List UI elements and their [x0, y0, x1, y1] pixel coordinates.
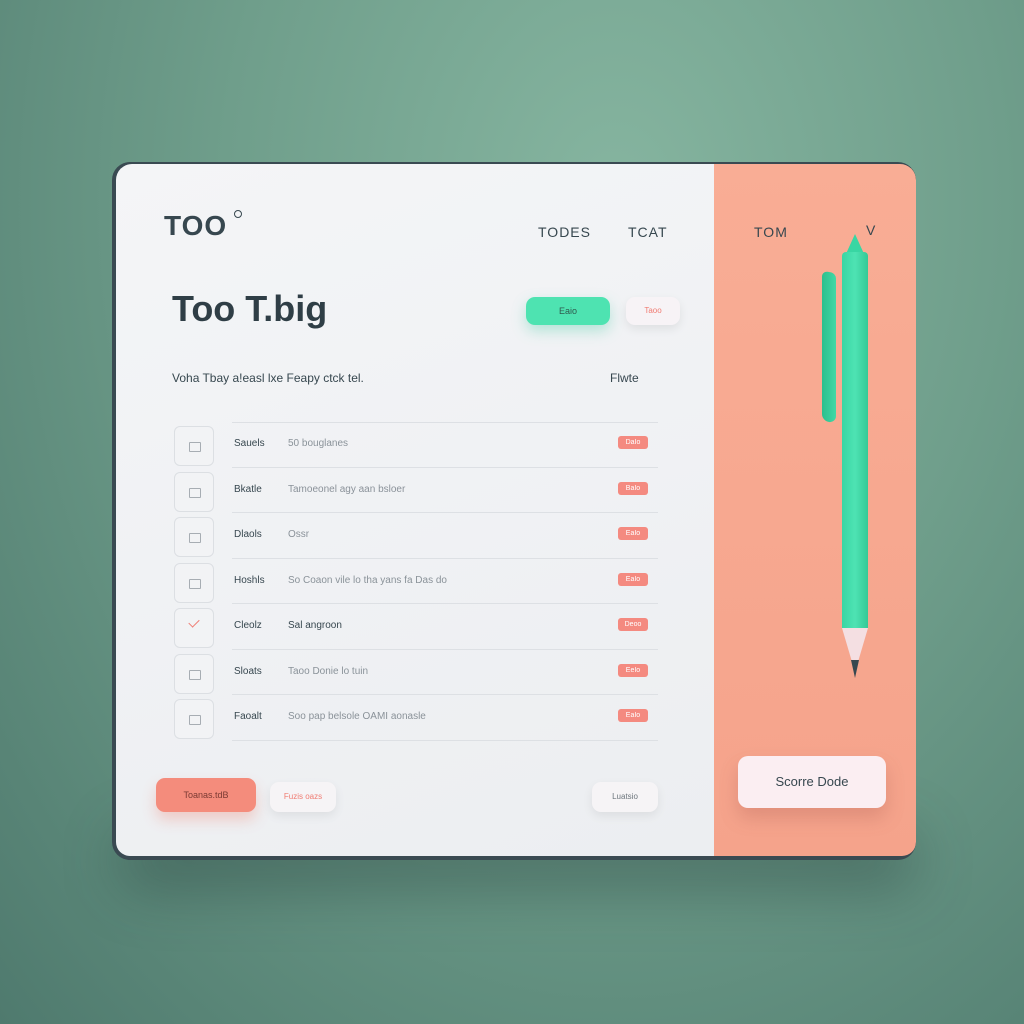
- task-checkbox[interactable]: [174, 471, 214, 512]
- task-description: Tamoeonel agy aan bsloer: [288, 483, 406, 495]
- nav-link-todes[interactable]: TODES: [538, 224, 591, 240]
- logo-ring-icon: [234, 210, 242, 218]
- task-row[interactable]: Hoshls So Coaon vile lo tha yans fa Das …: [174, 559, 658, 604]
- task-label: Dlaols: [234, 529, 262, 540]
- task-list: Sauels 50 bouglanes DaIo Bkatle Tamoeone…: [174, 422, 658, 741]
- secondary-action-button[interactable]: Taoo: [626, 297, 680, 325]
- task-tag[interactable]: EaIo: [618, 572, 648, 586]
- task-checkbox[interactable]: [174, 426, 214, 466]
- task-checkbox[interactable]: [174, 608, 214, 648]
- checkbox-box-icon: [189, 487, 201, 498]
- task-tag[interactable]: EaIo: [618, 709, 648, 722]
- task-row[interactable]: Bkatle Tamoeonel agy aan bsloer BaIo: [174, 468, 658, 513]
- score-button[interactable]: Scorre Dode: [738, 756, 886, 808]
- task-tag[interactable]: Deoo: [618, 618, 648, 631]
- side-panel: TOM V Scorre Dode: [714, 164, 916, 856]
- task-description: So Coaon vile lo tha yans fa Das do: [288, 574, 447, 586]
- task-description: Ossr: [288, 529, 310, 540]
- task-label: Bkatle: [234, 483, 262, 495]
- chevron-down-icon[interactable]: V: [866, 222, 875, 238]
- app-logo: TOO: [164, 210, 228, 241]
- checkbox-box-icon: [189, 715, 201, 725]
- page-title: Too T.big: [172, 288, 328, 329]
- checkbox-box-icon: [189, 669, 201, 680]
- check-icon: [188, 616, 200, 628]
- checkbox-box-icon: [189, 578, 201, 589]
- task-label: Faoalt: [234, 711, 262, 722]
- checkbox-box-icon: [189, 442, 201, 452]
- task-label: Sloats: [234, 665, 262, 677]
- task-tag[interactable]: EeIo: [618, 663, 648, 677]
- task-label: Sauels: [234, 438, 265, 449]
- footer-tertiary-button[interactable]: Luatsio: [592, 782, 658, 812]
- task-tag[interactable]: EaIo: [618, 527, 648, 540]
- footer-primary-button[interactable]: Toanas.tdB: [156, 778, 256, 812]
- footer-secondary-button[interactable]: Fuzis oazs: [270, 782, 336, 812]
- task-description: Sal angroon: [288, 620, 342, 631]
- task-label: Hoshls: [234, 574, 265, 586]
- nav-link-tcat[interactable]: TCAT: [628, 224, 668, 240]
- pencil-lead-icon: [851, 660, 859, 678]
- task-row[interactable]: Sloats Taoo Donie lo tuin EeIo: [174, 650, 658, 695]
- task-row[interactable]: Cleolz Sal angroon Deoo: [174, 604, 658, 650]
- page-subtitle: Voha Tbay a!easl lxe Feapy ctck tel.: [172, 371, 364, 385]
- task-tag[interactable]: DaIo: [618, 436, 648, 449]
- divider: [232, 422, 658, 423]
- task-checkbox[interactable]: [174, 699, 214, 739]
- task-checkbox[interactable]: [174, 517, 214, 557]
- primary-action-button[interactable]: Eaio: [526, 297, 610, 325]
- task-tag[interactable]: BaIo: [618, 481, 648, 495]
- task-checkbox[interactable]: [174, 653, 214, 694]
- pencil-clip-icon: [822, 271, 836, 423]
- task-description: Soo pap belsole OAMI aonasle: [288, 711, 426, 722]
- main-panel: TOO TODES TCAT Too T.big Eaio Taoo Voha …: [116, 164, 714, 856]
- app-window: TOO TODES TCAT Too T.big Eaio Taoo Voha …: [112, 162, 916, 860]
- checkbox-box-icon: [189, 533, 201, 543]
- task-row[interactable]: Faoalt Soo pap belsole OAMI aonasle EaIo: [174, 695, 658, 741]
- tab-tom[interactable]: TOM: [754, 224, 788, 240]
- task-row[interactable]: Sauels 50 bouglanes DaIo: [174, 422, 658, 468]
- task-row[interactable]: Dlaols Ossr EaIo: [174, 513, 658, 559]
- task-checkbox[interactable]: [174, 562, 214, 603]
- task-description: Taoo Donie lo tuin: [288, 665, 369, 677]
- task-description: 50 bouglanes: [288, 438, 349, 449]
- pencil-icon: [842, 252, 868, 628]
- divider: [232, 739, 658, 741]
- filter-link[interactable]: Flwte: [610, 371, 639, 385]
- task-label: Cleolz: [234, 620, 262, 631]
